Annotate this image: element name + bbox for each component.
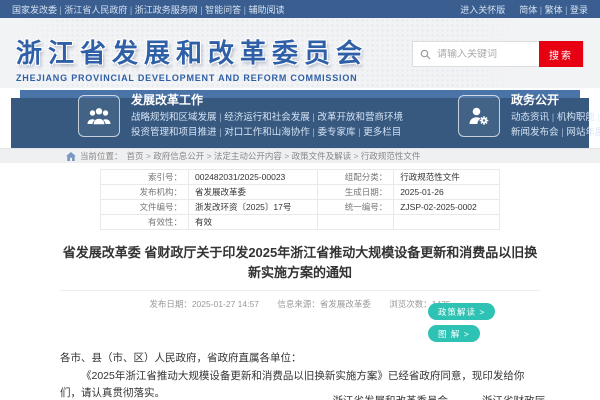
nav-title-development-reform-work[interactable]: 发展改革工作	[131, 91, 403, 108]
nav-text-development-reform: 发展改革工作 战略规划和区域发展经济运行和社会发展改革开放和营商环境 投资管理和…	[131, 91, 403, 140]
nav-group-development-reform-work: 发展改革工作 战略规划和区域发展经济运行和社会发展改革开放和营商环境 投资管理和…	[78, 91, 403, 140]
search-input[interactable]	[437, 49, 539, 60]
topbar-link[interactable]: 繁体	[545, 5, 570, 15]
graphic-interpretation-button[interactable]: 图 解 >	[428, 325, 480, 342]
search-icon	[413, 49, 437, 60]
doc-info-value: 有效	[189, 215, 318, 230]
topbar-left-links: 国家发改委浙江省人民政府浙江政务服务网智能问答辅助阅读	[12, 3, 284, 16]
signature-finance-department: 浙江省财政厅	[482, 393, 545, 400]
doc-info-value: 002482031/2025-00023	[189, 170, 318, 185]
article-meta: 发布日期：2025-01-27 14:57 信息来源：省发展改革委 浏览次数：1…	[0, 298, 600, 310]
topbar-link[interactable]: 简体	[519, 5, 544, 15]
breadcrumb-item[interactable]: 首页	[127, 151, 154, 161]
doc-info-value: ZJSP-02-2025-0002	[394, 200, 500, 215]
topbar-lang-links: 简体繁体登录	[519, 3, 588, 16]
table-row: 索引号： 002482031/2025-00023 组配分类： 行政规范性文件	[101, 170, 500, 185]
table-row: 发布机构： 省发展改革委 生成日期： 2025-01-26	[101, 185, 500, 200]
breadcrumb-items: 首页政府信息公开法定主动公开内容政策文件及解读行政规范性文件	[127, 150, 421, 162]
signature-block: 浙江省发展和改革委员会 浙江省财政厅	[0, 393, 545, 400]
doc-info-value	[394, 215, 500, 230]
doc-info-label: 有效性：	[101, 215, 189, 230]
accessibility-mode-link[interactable]: 进入关怀版	[460, 3, 505, 16]
nav-text-government-disclosure: 政务公开 动态资讯机构职能政策文件财务信息人事信息互动交流 新闻发布会网站年度工…	[511, 91, 600, 140]
main-nav: 发展改革工作 战略规划和区域发展经济运行和社会发展改革开放和营商环境 投资管理和…	[20, 90, 580, 142]
breadcrumb-prefix: 当前位置：	[80, 150, 123, 162]
topbar-link[interactable]: 浙江政务服务网	[135, 5, 205, 15]
table-row: 有效性： 有效	[101, 215, 500, 230]
top-utility-bar: 国家发改委浙江省人民政府浙江政务服务网智能问答辅助阅读 进入关怀版 简体繁体登录	[0, 0, 600, 18]
person-gear-icon	[458, 95, 500, 137]
nav-links-row: 战略规划和区域发展经济运行和社会发展改革开放和营商环境	[131, 111, 403, 126]
site-header: 浙江省发展和改革委员会 ZHEJIANG PROVINCIAL DEVELOPM…	[0, 18, 600, 88]
nav-link[interactable]: 新闻发布会	[511, 127, 566, 138]
doc-info-value: 行政规范性文件	[394, 170, 500, 185]
divider	[60, 290, 540, 291]
site-title: 浙江省发展和改革委员会	[16, 33, 368, 70]
breadcrumb-item[interactable]: 行政规范性文件	[361, 151, 421, 161]
page: 国家发改委浙江省人民政府浙江政务服务网智能问答辅助阅读 进入关怀版 简体繁体登录…	[0, 0, 600, 400]
nav-group-government-disclosure: 政务公开 动态资讯机构职能政策文件财务信息人事信息互动交流 新闻发布会网站年度工…	[458, 91, 600, 140]
doc-info-label: 发布机构：	[101, 185, 189, 200]
breadcrumb-item[interactable]: 政府信息公开	[153, 151, 214, 161]
topbar-link[interactable]: 国家发改委	[12, 5, 64, 15]
nav-link[interactable]: 委专家库	[318, 127, 364, 138]
nav-link[interactable]: 网站年度工作报表	[566, 127, 600, 138]
policy-interpretation-button[interactable]: 政策解读 >	[428, 303, 495, 320]
body-paragraph: 各市、县（市、区）人民政府，省政府直属各单位：	[60, 350, 540, 367]
topbar-link[interactable]: 浙江省人民政府	[64, 5, 134, 15]
topbar-link[interactable]: 辅助阅读	[248, 5, 284, 15]
nav-links-row: 新闻发布会网站年度工作报表办件统计数据统计	[511, 126, 600, 141]
nav-link[interactable]: 投资管理和项目推进	[131, 127, 224, 138]
publish-date: 发布日期：2025-01-27 14:57	[149, 299, 259, 309]
doc-info-value: 省发展改革委	[189, 185, 318, 200]
nav-link[interactable]: 动态资讯	[511, 112, 557, 123]
site-subtitle: ZHEJIANG PROVINCIAL DEVELOPMENT AND REFO…	[16, 73, 368, 83]
doc-info-label: 统一编号：	[318, 200, 394, 215]
doc-info-label: 生成日期：	[318, 185, 394, 200]
doc-info-label	[318, 215, 394, 230]
nav-links-row: 投资管理和项目推进对口工作和山海协作委专家库更多栏目	[131, 126, 403, 141]
doc-info-label: 文件编号：	[101, 200, 189, 215]
doc-info-label: 索引号：	[101, 170, 189, 185]
people-group-icon	[78, 95, 120, 137]
article-actions: 政策解读 > 图 解 >	[428, 303, 495, 342]
nav-link[interactable]: 战略规划和区域发展	[131, 112, 224, 123]
signature-development-reform-commission: 浙江省发展和改革委员会	[333, 393, 449, 400]
breadcrumb-item[interactable]: 法定主动公开内容	[214, 151, 292, 161]
info-source: 信息来源：省发展改革委	[277, 299, 371, 309]
nav-link[interactable]: 改革开放和营商环境	[318, 112, 404, 123]
home-icon	[66, 152, 76, 161]
topbar-right: 进入关怀版 简体繁体登录	[460, 3, 588, 16]
table-row: 文件编号： 浙发改环资〔2025〕17号 统一编号： ZJSP-02-2025-…	[101, 200, 500, 215]
site-logo: 浙江省发展和改革委员会 ZHEJIANG PROVINCIAL DEVELOPM…	[16, 33, 368, 83]
doc-info-value: 2025-01-26	[394, 185, 500, 200]
nav-links-row: 动态资讯机构职能政策文件财务信息人事信息互动交流	[511, 111, 600, 126]
nav-title-government-disclosure[interactable]: 政务公开	[511, 91, 600, 108]
nav-link[interactable]: 更多栏目	[363, 127, 401, 138]
document-info-table: 索引号： 002482031/2025-00023 组配分类： 行政规范性文件 …	[100, 169, 500, 230]
topbar-link[interactable]: 智能问答	[205, 5, 248, 15]
page-title: 省发展改革委 省财政厅关于印发2025年浙江省推动大规模设备更新和消费品以旧换新…	[60, 243, 540, 283]
site-search: 搜索	[412, 41, 584, 67]
breadcrumb: 当前位置： 首页政府信息公开法定主动公开内容政策文件及解读行政规范性文件	[0, 148, 600, 163]
doc-info-label: 组配分类：	[318, 170, 394, 185]
nav-link[interactable]: 机构职能	[557, 112, 600, 123]
topbar-link[interactable]: 登录	[570, 5, 588, 15]
nav-link[interactable]: 对口工作和山海协作	[224, 127, 317, 138]
nav-link[interactable]: 经济运行和社会发展	[224, 112, 317, 123]
search-button[interactable]: 搜索	[539, 41, 583, 67]
doc-info-value: 浙发改环资〔2025〕17号	[189, 200, 318, 215]
breadcrumb-item[interactable]: 政策文件及解读	[292, 151, 361, 161]
